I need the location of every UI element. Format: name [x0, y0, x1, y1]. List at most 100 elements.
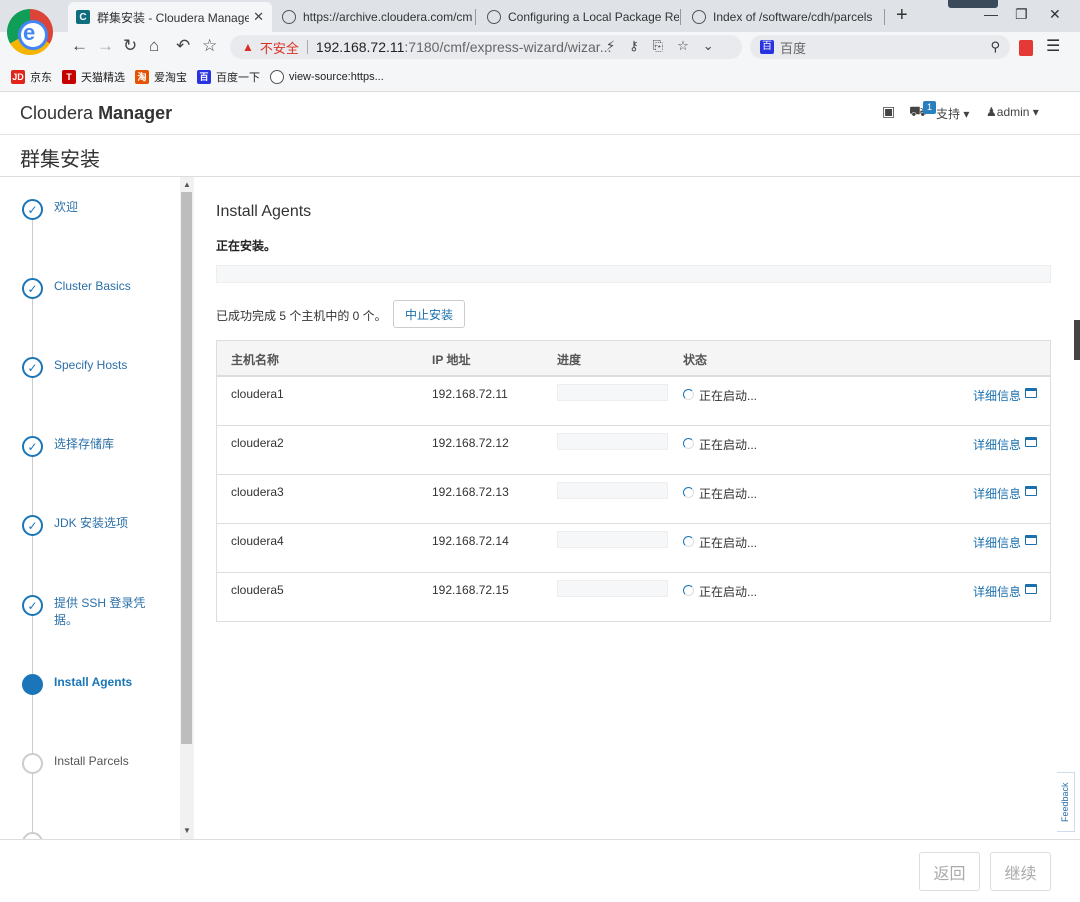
reload-icon[interactable]: ↻: [123, 36, 137, 56]
details-link[interactable]: 详细信息: [973, 387, 1021, 404]
host-name: cloudera4: [231, 534, 284, 548]
step-specify-hosts[interactable]: ✓ Specify Hosts: [22, 357, 159, 378]
host-progress-bar: [557, 384, 668, 401]
open-window-icon[interactable]: [1025, 535, 1037, 545]
check-icon: ✓: [22, 515, 43, 536]
open-window-icon[interactable]: [1025, 437, 1037, 447]
host-status: 正在启动...: [699, 536, 758, 550]
pdf-icon[interactable]: [1019, 40, 1033, 56]
bookmark-tmall[interactable]: T 天猫精选: [62, 69, 125, 85]
scroll-down-icon[interactable]: ▼: [183, 826, 191, 835]
back-icon[interactable]: ←: [71, 36, 88, 56]
forward-icon[interactable]: →: [97, 36, 114, 56]
bookmark-aitaobao[interactable]: 淘 爱淘宝: [135, 69, 187, 85]
support-menu[interactable]: 支持 ▾: [936, 105, 969, 122]
bookmark-baidu[interactable]: 百 百度一下: [197, 69, 260, 85]
step-jdk-options[interactable]: ✓ JDK 安装选项: [22, 515, 159, 536]
abort-install-button[interactable]: 中止安装: [393, 300, 465, 328]
step-install-agents[interactable]: Install Agents: [22, 674, 159, 695]
bookmark-jd[interactable]: JD 京东: [11, 69, 52, 85]
star-icon[interactable]: ☆: [677, 38, 689, 54]
parcel-gift-icon[interactable]: ▣: [882, 103, 895, 120]
scroll-up-icon[interactable]: ▲: [183, 180, 191, 189]
spinner-icon: [683, 487, 694, 498]
column-header-ip[interactable]: IP 地址: [432, 351, 470, 368]
lightning-icon[interactable]: ⚡: [606, 38, 615, 54]
pending-step-circle-icon: [22, 832, 43, 839]
spinner-icon: [683, 389, 694, 400]
check-icon: ✓: [22, 357, 43, 378]
user-menu[interactable]: ♟admin ▾: [986, 105, 1039, 119]
new-tab-button[interactable]: +: [896, 4, 908, 27]
install-status-text: 正在安装。: [216, 239, 277, 253]
check-icon: ✓: [22, 199, 43, 220]
browser-tab-strip: C 群集安装 - Cloudera Manager ✕ https://arch…: [0, 0, 1080, 32]
continue-button[interactable]: 继续: [990, 852, 1051, 891]
host-name: cloudera2: [231, 436, 284, 450]
host-name: cloudera3: [231, 485, 284, 499]
open-window-icon[interactable]: [1025, 584, 1037, 594]
tab-parcels-index[interactable]: Index of /software/cdh/parcels: [684, 2, 884, 32]
close-window-icon[interactable]: ✕: [1049, 6, 1061, 23]
open-window-icon[interactable]: [1025, 388, 1037, 398]
url-text: 192.168.72.11:7180/cmf/express-wizard/wi…: [315, 39, 612, 55]
host-name: cloudera5: [231, 583, 284, 597]
menu-icon[interactable]: ☰: [1046, 36, 1060, 56]
table-header: 主机名称 IP 地址 进度 状态: [217, 341, 1050, 376]
step-ssh-credentials[interactable]: ✓ 提供 SSH 登录凭据。: [22, 595, 159, 629]
spinner-icon: [683, 536, 694, 547]
column-header-status[interactable]: 状态: [683, 351, 707, 368]
table-row: cloudera2 192.168.72.12 正在启动... 详细信息: [217, 425, 1050, 474]
step-cluster-basics[interactable]: ✓ Cluster Basics: [22, 278, 159, 299]
search-icon[interactable]: ⚲: [990, 39, 1000, 55]
search-engine-box[interactable]: 百 百度 ⚲: [750, 35, 1010, 59]
host-status: 正在启动...: [699, 389, 758, 403]
chevron-down-icon[interactable]: ⌄: [703, 38, 714, 54]
translate-icon[interactable]: ⎘: [653, 38, 663, 54]
taobao-icon: 淘: [135, 69, 149, 84]
home-icon[interactable]: ⌂: [149, 36, 159, 56]
bookmarks-bar: JD 京东 T 天猫精选 淘 爱淘宝 百 百度一下 view-source:ht…: [0, 62, 1080, 92]
globe-icon: [270, 69, 284, 84]
tab-cloudera-install[interactable]: C 群集安装 - Cloudera Manager ✕: [68, 2, 272, 32]
table-row: cloudera5 192.168.72.15 正在启动... 详细信息: [217, 572, 1050, 621]
host-ip: 192.168.72.15: [432, 583, 509, 597]
baidu-icon: 百: [197, 69, 211, 84]
host-status: 正在启动...: [699, 438, 758, 452]
check-icon: ✓: [22, 595, 43, 616]
support-badge: 1: [923, 101, 936, 114]
host-progress-bar: [557, 580, 668, 597]
details-link[interactable]: 详细信息: [973, 485, 1021, 502]
bookmark-view-source[interactable]: view-source:https...: [270, 69, 384, 84]
column-header-progress: 进度: [557, 353, 582, 367]
sidebar-scrollbar-thumb[interactable]: [181, 192, 192, 744]
column-header-hostname[interactable]: 主机名称: [231, 351, 279, 368]
install-summary: 已成功完成 5 个主机中的 0 个。: [216, 309, 387, 323]
key-icon[interactable]: ⚷: [629, 38, 639, 54]
step-welcome[interactable]: ✓ 欢迎: [22, 199, 159, 220]
details-link[interactable]: 详细信息: [973, 534, 1021, 551]
back-button[interactable]: 返回: [919, 852, 980, 891]
bookmark-star-icon[interactable]: ☆: [202, 36, 217, 56]
tab-local-package-repo[interactable]: Configuring a Local Package Rep: [479, 2, 679, 32]
section-title: Install Agents: [216, 203, 312, 220]
restore-icon[interactable]: ❐: [1015, 6, 1028, 23]
step-install-parcels[interactable]: Install Parcels: [22, 753, 159, 774]
details-link[interactable]: 详细信息: [973, 583, 1021, 600]
minimize-icon[interactable]: —: [984, 6, 998, 22]
address-toolbar: ← → ↻ ⌂ ↶ ☆ ▲ 不安全 192.168.72.11:7180/cmf…: [0, 32, 1080, 62]
spinner-icon: [683, 585, 694, 596]
tab-close-icon[interactable]: ✕: [253, 9, 264, 25]
undo-icon[interactable]: ↶: [176, 36, 190, 56]
feedback-tab[interactable]: Feedback: [1057, 772, 1075, 832]
tab-archive-cloudera[interactable]: https://archive.cloudera.com/cm: [274, 2, 474, 32]
cloudera-header: Cloudera Manager ▣ ⛟ 1 支持 ▾ ♟admin ▾: [0, 92, 1080, 135]
cloudera-manager-logo[interactable]: Cloudera Manager: [20, 103, 172, 124]
step-select-repository[interactable]: ✓ 选择存储库: [22, 436, 159, 457]
wizard-footer: 返回 继续: [0, 839, 1080, 902]
open-window-icon[interactable]: [1025, 486, 1037, 496]
host-ip: 192.168.72.11: [432, 387, 508, 401]
jd-icon: JD: [11, 69, 25, 84]
details-link[interactable]: 详细信息: [973, 436, 1021, 453]
tmall-icon: T: [62, 69, 76, 84]
